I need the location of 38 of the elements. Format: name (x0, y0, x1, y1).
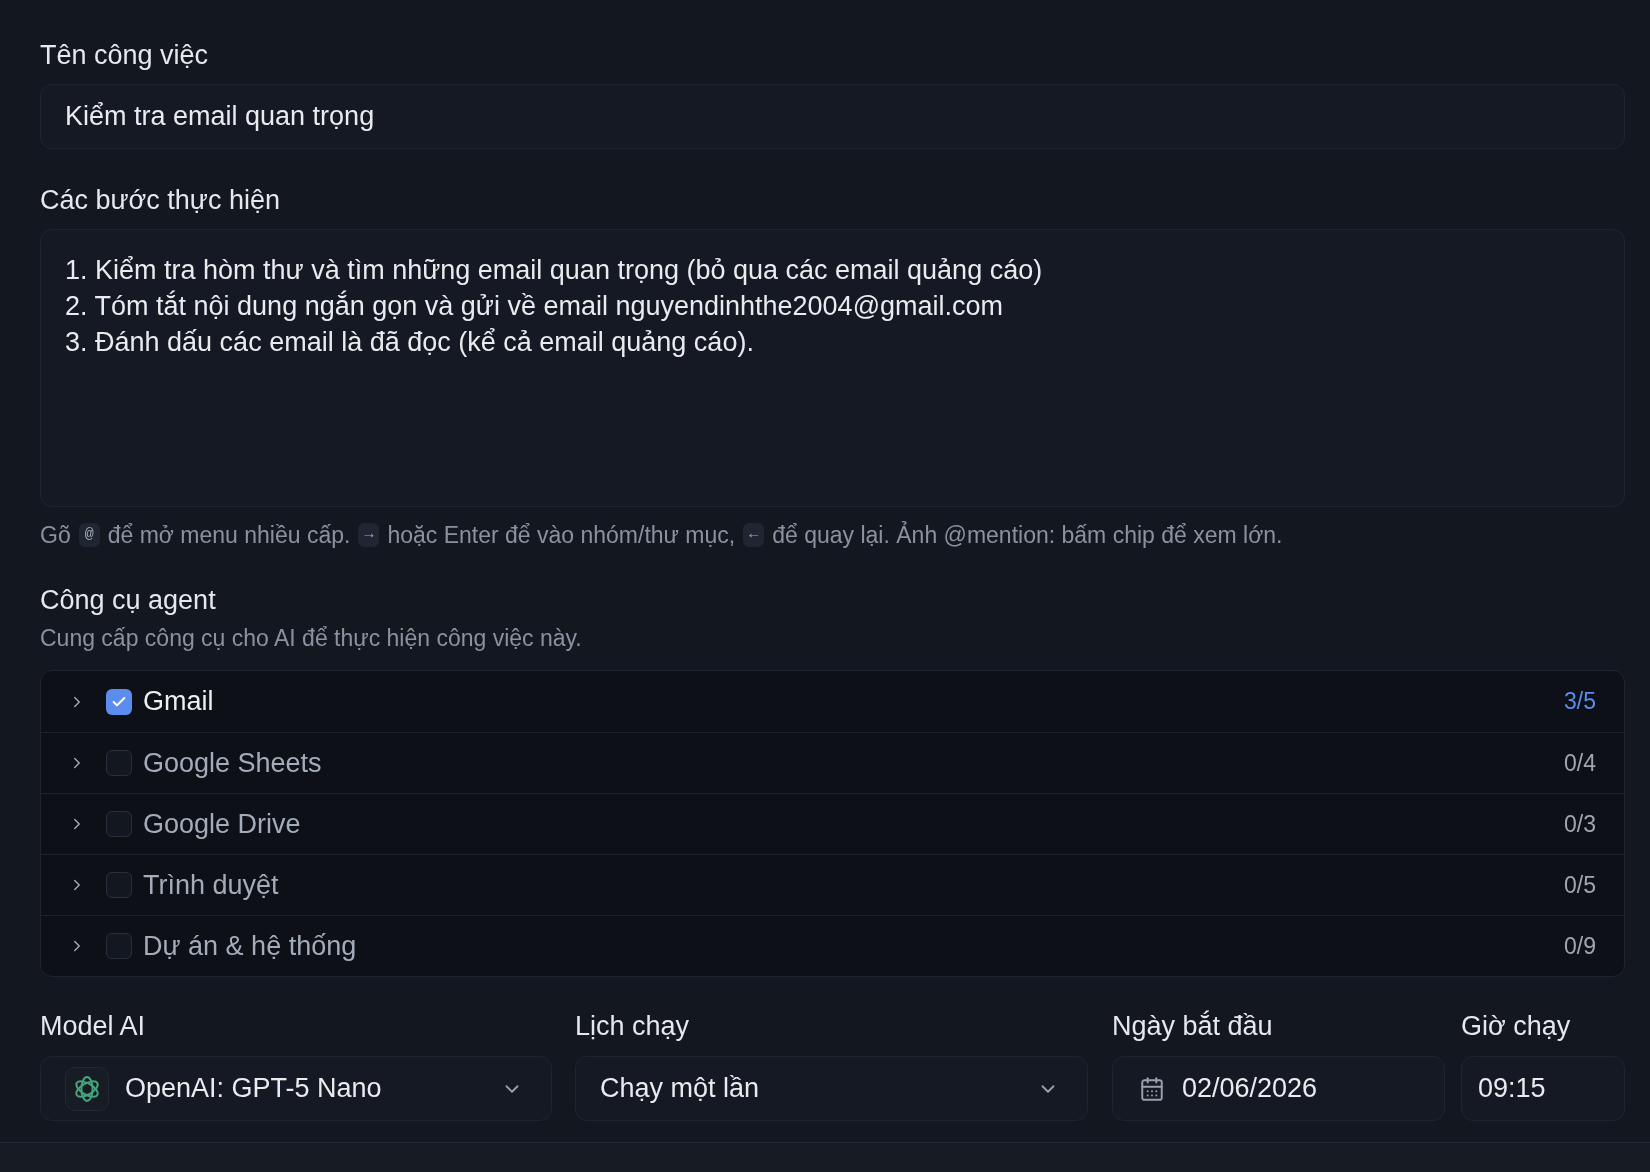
hint-text: Gõ (40, 521, 71, 549)
field-label: Công cụ agent (40, 585, 216, 615)
tool-count: 3/5 (1564, 687, 1596, 717)
field-label: Ngày bắt đầu (1112, 1011, 1273, 1041)
schedule-select[interactable]: Chạy một lần (575, 1056, 1088, 1121)
hint-text: để mở menu nhiều cấp. (107, 521, 351, 549)
tool-checkbox[interactable] (106, 811, 132, 837)
steps-textarea[interactable]: 1. Kiểm tra hòm thư và tìm những email quan trọng (bỏ qua các email quảng cáo) 2. Tóm tắt nội dung ngắn gọn và gửi về email nguyendinhthe2004@gmail.com 3. Đánh dấu các email là đã đọc (kể cả email quảng cáo). (40, 229, 1625, 507)
tool-name: Google Drive (143, 807, 301, 841)
calendar-icon (1139, 1075, 1165, 1102)
hint-text: để quay lại. Ảnh @mention: bấm chip để xem lớn. (772, 521, 1283, 549)
logo-icon (65, 1066, 109, 1111)
tool-name: Gmail (143, 685, 214, 719)
tool-checkbox[interactable] (106, 872, 132, 898)
tool-count: 0/9 (1564, 931, 1596, 961)
section-description: Cung cấp công cụ cho AI để thực hiện công việc này. (40, 625, 582, 652)
tool-checkbox[interactable] (106, 750, 132, 776)
hint-text: hoặc Enter để vào nhóm/thư mục, (387, 521, 736, 549)
field-label: Giờ chạy (1461, 1011, 1571, 1041)
tool-count: 0/4 (1564, 748, 1596, 778)
tool-name: Dự án & hệ thống (143, 929, 357, 963)
key-chip: → (358, 523, 380, 547)
date-input[interactable]: 02/06/2026 (1112, 1056, 1445, 1121)
time-input[interactable]: 09:15 (1461, 1056, 1625, 1121)
task-name-input[interactable]: Kiểm tra email quan trọng (40, 84, 1625, 149)
tool-name: Google Sheets (143, 746, 322, 780)
model-select[interactable]: OpenAI: GPT-5 Nano (40, 1056, 552, 1121)
field-label: Tên công việc (40, 40, 209, 70)
key-chip: ← (743, 523, 765, 547)
field-label: Lịch chạy (575, 1011, 690, 1041)
field-label: Các bước thực hiện (40, 185, 280, 215)
tool-count: 0/5 (1564, 870, 1596, 900)
tool-checkbox[interactable] (106, 688, 132, 715)
tool-count: 0/3 (1564, 809, 1596, 839)
field-label: Model AI (40, 1011, 146, 1041)
tool-name: Trình duyệt (143, 868, 279, 902)
tool-checkbox[interactable] (106, 933, 132, 959)
key-chip: @ (78, 523, 100, 547)
